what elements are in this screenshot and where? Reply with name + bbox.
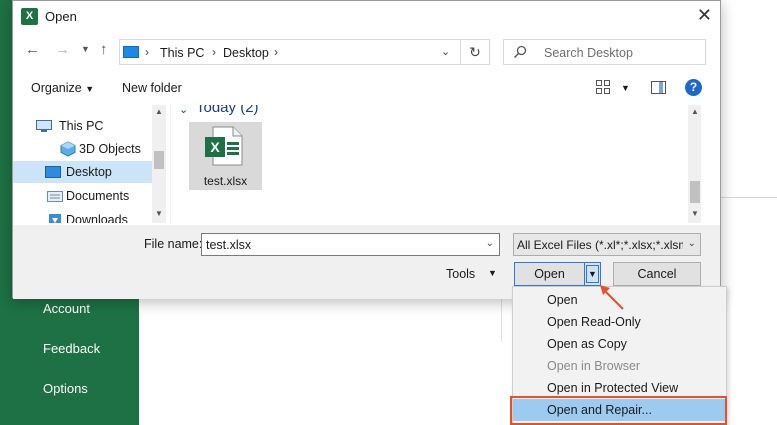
address-bar[interactable]: › This PC › Desktop › ⌄ xyxy=(119,39,461,65)
navigation-bar: ← → ▼ ↑ › This PC › Desktop › ⌄ ↻ Search… xyxy=(13,35,720,67)
chevron-down-icon: ▼ xyxy=(85,84,95,94)
sidebar-item-label: 3D Objects xyxy=(79,142,141,156)
scroll-up-icon[interactable]: ▲ xyxy=(688,107,701,116)
documents-folder-icon xyxy=(47,191,63,202)
menu-item-open-in-protected-view[interactable]: Open in Protected View xyxy=(547,381,678,395)
downloads-folder-icon xyxy=(49,214,61,223)
excel-app-icon: X xyxy=(21,8,38,25)
dialog-content: This PC 3D Objects Desktop Documents Dow… xyxy=(13,105,720,223)
scroll-up-icon[interactable]: ▲ xyxy=(152,107,166,116)
refresh-icon: ↻ xyxy=(469,44,481,60)
tools-button[interactable]: Tools xyxy=(446,267,475,281)
address-dropdown-icon[interactable]: ⌄ xyxy=(441,45,450,58)
tools-chevron-icon[interactable]: ▼ xyxy=(488,268,497,278)
open-dropdown-chevron-icon[interactable]: ▼ xyxy=(586,265,599,283)
scroll-thumb[interactable] xyxy=(154,151,164,169)
file-type-select[interactable]: All Excel Files (*.xl*;*.xlsx;*.xlsm;*.x… xyxy=(513,233,701,256)
menu-item-open-in-browser: Open in Browser xyxy=(547,359,641,373)
menu-item-open-read-only[interactable]: Open Read-Only xyxy=(547,315,641,329)
back-arrow-icon[interactable]: ← xyxy=(25,41,40,58)
file-type-value: All Excel Files (*.xl*;*.xlsx;*.xlsm;*.x… xyxy=(517,238,683,252)
breadcrumb-this-pc[interactable]: This PC xyxy=(160,46,204,60)
dialog-titlebar: X Open ✕ xyxy=(13,1,720,32)
divider xyxy=(584,263,585,285)
help-icon[interactable]: ? xyxy=(685,79,702,96)
nav-item-account[interactable]: Account xyxy=(43,301,90,316)
navigation-pane: This PC 3D Objects Desktop Documents Dow… xyxy=(13,105,170,223)
open-dialog: X Open ✕ ← → ▼ ↑ › This PC › Desktop › ⌄… xyxy=(12,0,721,299)
chevron-down-icon[interactable]: ⌄ xyxy=(688,238,696,249)
preview-pane-icon[interactable] xyxy=(651,81,666,94)
file-list-scrollbar[interactable]: ▲ ▼ xyxy=(688,105,701,223)
sidebar-item-label: Documents xyxy=(66,189,130,203)
3d-objects-icon xyxy=(60,141,76,157)
recent-locations-chevron-icon[interactable]: ▼ xyxy=(81,44,90,54)
breadcrumb-desktop[interactable]: Desktop xyxy=(223,46,269,60)
divider xyxy=(501,298,502,342)
desktop-folder-icon xyxy=(45,166,61,178)
breadcrumb-separator-icon[interactable]: › xyxy=(274,45,278,59)
dialog-title: Open xyxy=(45,9,77,24)
menu-item-open[interactable]: Open xyxy=(547,293,578,307)
sidebar-item-label: This PC xyxy=(59,119,104,133)
sidebar-item-label: Desktop xyxy=(66,165,112,179)
open-button-label[interactable]: Open xyxy=(515,267,584,281)
annotation-arrow-icon xyxy=(600,285,624,310)
this-pc-icon xyxy=(123,46,139,58)
forward-arrow-icon[interactable]: → xyxy=(55,41,70,58)
sidebar-item-3d-objects[interactable]: 3D Objects xyxy=(57,138,157,160)
sidebar-item-documents[interactable]: Documents xyxy=(44,185,154,207)
nav-item-feedback[interactable]: Feedback xyxy=(43,341,100,356)
chevron-down-icon[interactable]: ⌄ xyxy=(486,238,494,249)
change-view-icon[interactable] xyxy=(596,80,610,94)
scroll-thumb[interactable] xyxy=(690,181,700,203)
this-pc-icon xyxy=(36,120,52,132)
search-placeholder: Search Desktop xyxy=(544,46,633,60)
breadcrumb-separator-icon[interactable]: › xyxy=(212,45,216,59)
sidebar-item-this-pc[interactable]: This PC xyxy=(33,115,153,137)
view-options-chevron-icon[interactable]: ▼ xyxy=(621,83,630,93)
nav-item-options[interactable]: Options xyxy=(43,381,88,396)
search-icon xyxy=(513,45,527,59)
file-name-label: File name: xyxy=(144,237,203,251)
svg-text:X: X xyxy=(210,139,220,155)
group-header[interactable]: Today (2) xyxy=(196,105,259,116)
file-name: test.xlsx xyxy=(203,174,248,188)
sidebar-scrollbar[interactable]: ▲ ▼ xyxy=(152,105,166,223)
file-name-input[interactable]: test.xlsx ⌄ xyxy=(201,233,500,256)
search-box[interactable]: Search Desktop xyxy=(503,39,706,65)
breadcrumb-separator-icon[interactable]: › xyxy=(145,45,149,59)
command-bar: Organize ▼ New folder ▼ ? xyxy=(13,73,720,103)
file-list: ⌄ Today (2) X test.xlsx ▲ ▼ xyxy=(170,105,701,223)
up-arrow-icon[interactable]: ↑ xyxy=(100,41,108,58)
open-split-button[interactable]: Open ▼ xyxy=(514,262,601,286)
file-name-value: test.xlsx xyxy=(206,238,252,252)
excel-file-icon: X xyxy=(205,126,243,166)
scroll-down-icon[interactable]: ▼ xyxy=(152,209,166,218)
annotation-highlight-box xyxy=(510,396,727,425)
refresh-button[interactable]: ↻ xyxy=(460,39,490,65)
scroll-down-icon[interactable]: ▼ xyxy=(688,209,701,218)
close-icon[interactable]: ✕ xyxy=(697,5,712,25)
chevron-down-icon[interactable]: ⌄ xyxy=(179,105,188,116)
new-folder-button[interactable]: New folder xyxy=(122,81,182,95)
organize-button[interactable]: Organize ▼ xyxy=(31,81,94,95)
sidebar-item-label: Downloads xyxy=(66,213,128,223)
sidebar-item-downloads[interactable]: Downloads xyxy=(44,209,154,223)
menu-item-open-as-copy[interactable]: Open as Copy xyxy=(547,337,627,351)
sidebar-item-desktop[interactable]: Desktop xyxy=(13,161,152,183)
file-item[interactable]: X test.xlsx xyxy=(189,122,262,190)
